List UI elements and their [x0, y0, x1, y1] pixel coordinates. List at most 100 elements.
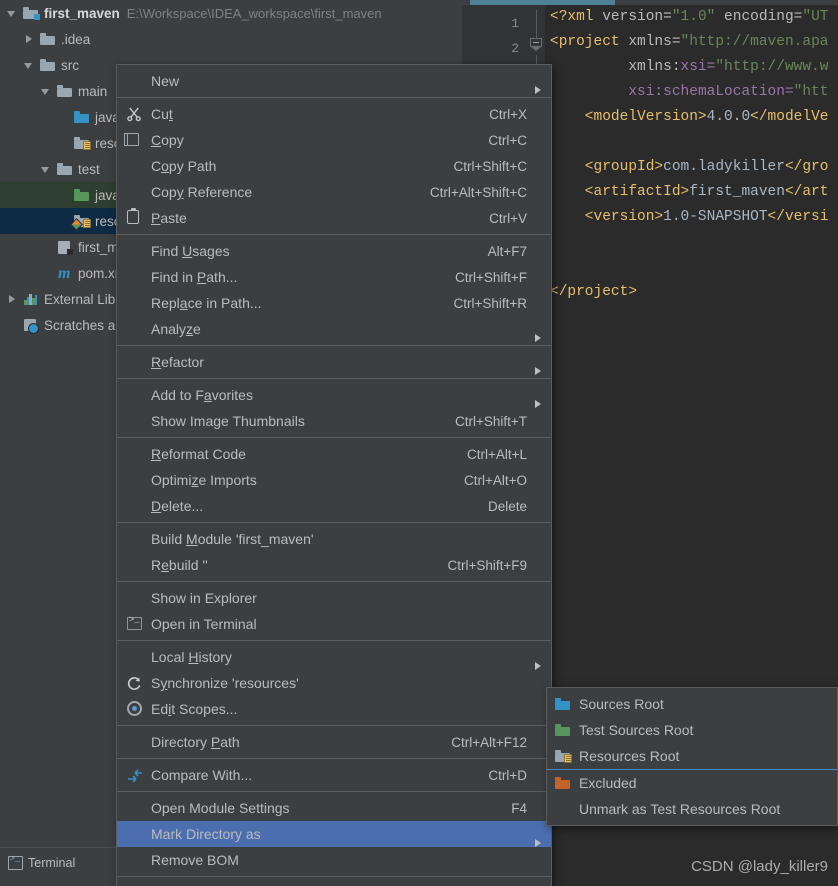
- menu-icon-slot: [125, 352, 147, 372]
- menu-item-diagrams[interactable]: Diagrams: [117, 880, 551, 886]
- menu-item-label: Paste: [151, 210, 187, 226]
- menu-item-open-in-terminal[interactable]: Open in Terminal: [117, 611, 551, 637]
- menu-item-edit-scopes[interactable]: Edit Scopes...: [117, 696, 551, 722]
- menu-item-label: Edit Scopes...: [151, 701, 238, 717]
- copy-icon: [124, 130, 147, 150]
- menu-item-show-in-explorer[interactable]: Show in Explorer: [117, 585, 551, 611]
- folder-green-icon: [553, 722, 575, 738]
- menu-item-replace-in-path[interactable]: Replace in Path... Ctrl+Shift+R: [117, 290, 551, 316]
- menu-item-reformat-code[interactable]: Reformat Code Ctrl+Alt+L: [117, 441, 551, 467]
- folder-orange-icon: [553, 775, 575, 791]
- compare-icon: [125, 765, 147, 785]
- code-line-3: xmlns:xsi="http://www.w: [550, 59, 829, 75]
- submenu-item-sources-root[interactable]: Sources Root: [547, 691, 837, 717]
- menu-item-new[interactable]: New: [117, 68, 551, 94]
- menu-item-copy-path[interactable]: Copy Path Ctrl+Shift+C: [117, 153, 551, 179]
- folder-resources-icon: [553, 748, 575, 764]
- line-number-1: 1: [511, 16, 519, 31]
- tree-item-label: test: [78, 161, 100, 177]
- menu-item-synchronize-resources[interactable]: Synchronize 'resources': [117, 670, 551, 696]
- xml-code-content[interactable]: <?xml version="1.0" encoding="UT <project…: [550, 5, 838, 305]
- tree-row--idea[interactable]: .idea: [0, 26, 462, 52]
- submenu-item-label: Sources Root: [579, 696, 664, 712]
- menu-icon-slot: [125, 496, 147, 516]
- scopes-icon: [125, 699, 147, 719]
- mark-directory-as-submenu[interactable]: Sources Root Test Sources Root Resources R…: [546, 687, 838, 826]
- menu-icon-slot: [125, 555, 147, 575]
- terminal-tool-button[interactable]: Terminal: [8, 853, 75, 873]
- menu-icon-slot: [125, 732, 147, 752]
- menu-separator: [117, 345, 551, 346]
- menu-icon-slot: [125, 647, 147, 667]
- menu-item-optimize-imports[interactable]: Optimize Imports Ctrl+Alt+O: [117, 467, 551, 493]
- menu-item-show-image-thumbnails[interactable]: Show Image Thumbnails Ctrl+Shift+T: [117, 408, 551, 434]
- folder-blue-icon: [73, 109, 90, 125]
- menu-item-shortcut: Ctrl+X: [489, 106, 527, 122]
- menu-icon-slot: [125, 319, 147, 339]
- line-number-2: 2: [511, 41, 519, 56]
- menu-item-remove-bom[interactable]: Remove BOM: [117, 847, 551, 873]
- jar-file-icon: [56, 239, 73, 255]
- menu-item-directory-path[interactable]: Directory Path Ctrl+Alt+F12: [117, 729, 551, 755]
- tree-twisty-open-icon[interactable]: [40, 85, 53, 98]
- tree-row-first-maven[interactable]: first_maven E:\Workspace\IDEA_workspace\f…: [0, 0, 462, 26]
- menu-separator: [117, 758, 551, 759]
- tree-twisty-closed-icon[interactable]: [23, 33, 36, 46]
- menu-item-label: Remove BOM: [151, 852, 239, 868]
- menu-item-rebuild-default[interactable]: Rebuild '' Ctrl+Shift+F9: [117, 552, 551, 578]
- menu-item-copy[interactable]: Copy Ctrl+C: [117, 127, 551, 153]
- folder-gray-icon: [56, 83, 73, 99]
- code-line-7: <groupId>com.ladykiller</gro: [550, 159, 829, 175]
- submenu-item-excluded[interactable]: Excluded: [547, 770, 837, 796]
- tree-twisty-closed-icon[interactable]: [6, 293, 19, 306]
- menu-item-open-module-settings[interactable]: Open Module Settings F4: [117, 795, 551, 821]
- terminal-icon: [8, 854, 23, 870]
- menu-item-analyze[interactable]: Analyze: [117, 316, 551, 342]
- menu-separator: [117, 234, 551, 235]
- folder-resources-icon: [73, 135, 91, 151]
- submenu-item-unmark-as-test-resources-root[interactable]: Unmark as Test Resources Root: [547, 796, 837, 822]
- menu-item-add-to-favorites[interactable]: Add to Favorites: [117, 382, 551, 408]
- module-path-label: E:\Workspace\IDEA_workspace\first_maven: [126, 5, 382, 21]
- menu-separator: [117, 437, 551, 438]
- maven-file-icon: m: [58, 265, 71, 282]
- menu-item-paste[interactable]: Paste Ctrl+V: [117, 205, 551, 231]
- submenu-item-resources-root[interactable]: Resources Root: [547, 743, 837, 769]
- menu-item-delete[interactable]: Delete... Delete: [117, 493, 551, 519]
- menu-item-copy-reference[interactable]: Copy Reference Ctrl+Alt+Shift+C: [117, 179, 551, 205]
- folder-test-resources-icon: [70, 213, 91, 231]
- menu-item-find-usages[interactable]: Find Usages Alt+F7: [117, 238, 551, 264]
- folder-gray-icon: [56, 161, 73, 177]
- menu-item-build-module-first-maven[interactable]: Build Module 'first_maven': [117, 526, 551, 552]
- menu-item-shortcut: Ctrl+V: [489, 210, 527, 226]
- context-menu[interactable]: New Cut Ctrl+X Copy Ctrl+C Copy Path Ctrl+Shif…: [116, 64, 552, 886]
- menu-item-mark-directory-as[interactable]: Mark Directory as: [117, 821, 551, 847]
- fold-toggle-icon[interactable]: [530, 38, 543, 51]
- menu-item-label: Compare With...: [151, 767, 253, 783]
- code-line-12: </project>: [550, 284, 638, 300]
- menu-icon-slot: [125, 71, 147, 91]
- menu-item-cut[interactable]: Cut Ctrl+X: [117, 101, 551, 127]
- menu-icon-slot: [125, 444, 147, 464]
- tree-twisty-open-icon[interactable]: [40, 163, 53, 176]
- submenu-item-test-sources-root[interactable]: Test Sources Root: [547, 717, 837, 743]
- menu-icon-slot: [125, 798, 147, 818]
- menu-item-label: Open in Terminal: [151, 616, 257, 632]
- submenu-icon-slot: [553, 801, 575, 817]
- tree-twisty-open-icon[interactable]: [23, 59, 36, 72]
- menu-item-shortcut: Ctrl+Alt+F12: [451, 734, 527, 750]
- menu-separator: [117, 378, 551, 379]
- menu-item-refactor[interactable]: Refactor: [117, 349, 551, 375]
- menu-separator: [117, 640, 551, 641]
- menu-item-shortcut: Ctrl+Shift+T: [454, 413, 527, 429]
- menu-separator: [117, 522, 551, 523]
- menu-item-local-history[interactable]: Local History: [117, 644, 551, 670]
- menu-icon-slot: [125, 385, 147, 405]
- menu-item-find-in-path[interactable]: Find in Path... Ctrl+Shift+F: [117, 264, 551, 290]
- menu-item-compare-with[interactable]: Compare With... Ctrl+D: [117, 762, 551, 788]
- tree-twisty-open-icon[interactable]: [6, 7, 19, 20]
- submenu-item-label: Resources Root: [579, 748, 680, 764]
